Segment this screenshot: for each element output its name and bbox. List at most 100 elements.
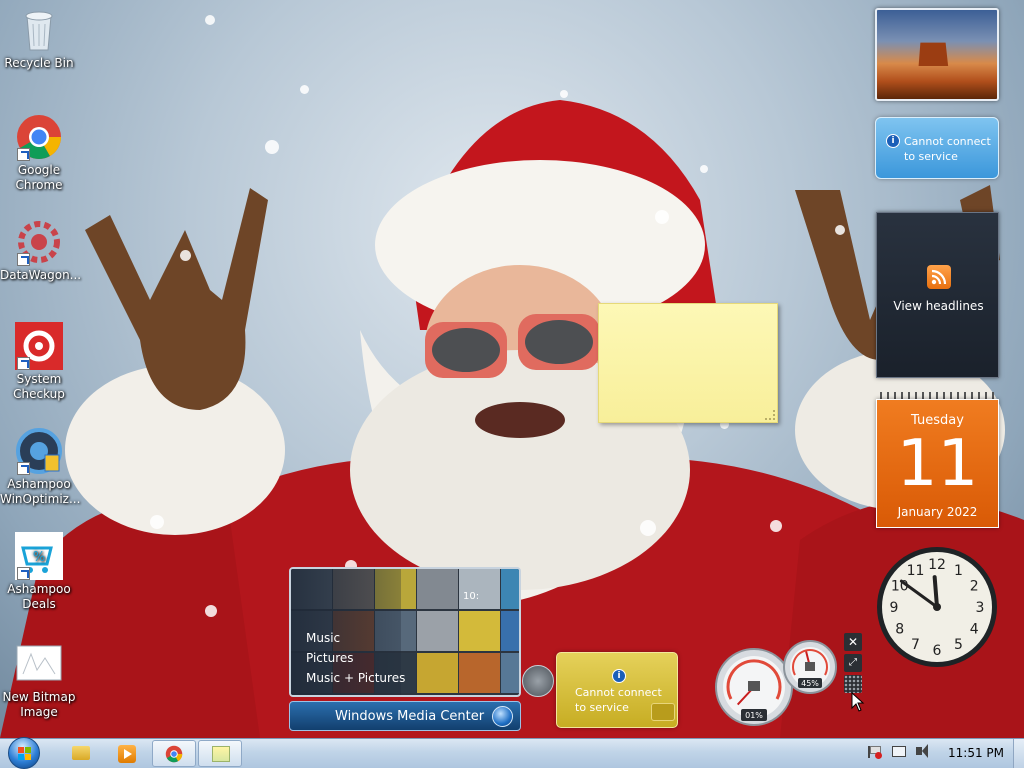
cpu-meter-gadget[interactable]: 01% 45% <box>714 637 838 727</box>
feed-headlines-gadget[interactable]: View headlines <box>876 212 999 378</box>
clock-number: 1 <box>954 563 963 579</box>
desktop-icon-google-chrome[interactable]: Google Chrome <box>0 113 78 193</box>
snowflake <box>640 520 656 536</box>
volume-icon[interactable] <box>916 744 928 758</box>
desktop-icon-system-checkup[interactable]: System Checkup <box>0 322 78 402</box>
gadget-controls: ✕ ⤢ <box>844 633 862 695</box>
gadget-close-button[interactable]: ✕ <box>844 633 862 651</box>
clock-number: 12 <box>928 557 946 573</box>
chrome-icon <box>15 113 63 161</box>
sticky-note-resize-grip[interactable] <box>765 410 775 420</box>
media-tile <box>501 569 519 609</box>
taskbar-explorer-button[interactable] <box>58 740 102 767</box>
sticky-note[interactable] <box>598 303 778 423</box>
snowflake <box>150 515 164 529</box>
windows-orb-icon <box>8 737 40 769</box>
snowflake <box>560 90 568 98</box>
network-icon[interactable] <box>892 746 906 757</box>
taskbar-chrome-button[interactable] <box>152 740 196 767</box>
snowflake <box>835 225 845 235</box>
start-button[interactable] <box>6 736 44 770</box>
tile-time-text: 10: <box>463 591 480 602</box>
desktop-icon-ashampoo-deals[interactable]: % Ashampoo Deals <box>0 532 78 612</box>
weather-gadget[interactable]: i Cannot connect to service <box>875 117 999 179</box>
clock-number: 11 <box>907 563 925 579</box>
mouse-cursor-icon <box>851 692 865 712</box>
explorer-icon <box>72 746 90 760</box>
taskbar-media-player-button[interactable] <box>105 740 149 767</box>
shortcut-arrow-icon <box>17 462 30 475</box>
clock-number: 5 <box>954 637 963 653</box>
gadget-drag-handle[interactable] <box>844 675 862 693</box>
media-menu-pictures[interactable]: Pictures <box>306 651 354 665</box>
desktop-icon-label: System Checkup <box>13 372 65 401</box>
media-center-brand-bar[interactable]: Windows Media Center <box>289 701 521 731</box>
chrome-icon <box>165 745 183 763</box>
shortcut-arrow-icon <box>17 148 30 161</box>
desktop-icon-recycle-bin[interactable]: Recycle Bin <box>0 6 78 71</box>
media-tile <box>459 569 500 609</box>
svg-text:%: % <box>33 550 45 565</box>
media-tile <box>501 653 519 693</box>
taskbar-sticky-notes-button[interactable] <box>198 740 242 767</box>
clock-number: 3 <box>976 600 985 616</box>
desktop-icon-winoptimizer[interactable]: Ashampoo WinOptimiz... <box>0 427 80 507</box>
snowflake <box>205 15 215 25</box>
desktop-icon-label: DataWagon... <box>0 268 82 282</box>
slideshow-gadget[interactable] <box>875 8 999 101</box>
taskbar-clock[interactable]: 11:51 PM <box>948 746 1004 760</box>
desktop-icon-label: New Bitmap Image <box>2 690 76 719</box>
media-tile <box>417 611 458 651</box>
notification-area: 11:51 PM <box>862 739 1024 768</box>
desktop-icon-label: Google Chrome <box>15 163 63 192</box>
memory-percent-text: 45% <box>801 679 819 688</box>
media-menu-music-pictures[interactable]: Music + Pictures <box>306 671 405 685</box>
system-checkup-icon <box>15 322 63 370</box>
calendar-gadget[interactable]: Tuesday 11 January 2022 <box>876 392 999 528</box>
info-icon: i <box>886 134 900 148</box>
ashampoo-deals-icon: % <box>15 532 63 580</box>
snowflake <box>265 140 279 154</box>
clock-gadget[interactable]: 12 12 3 45678 9 1011 <box>875 545 999 669</box>
view-headlines-link[interactable]: View headlines <box>877 299 1000 313</box>
media-player-icon <box>118 745 136 763</box>
desktop-icon-new-bitmap-image[interactable]: New Bitmap Image <box>0 640 78 720</box>
slideshow-butte-image <box>918 42 949 66</box>
taskbar: 11:51 PM <box>0 736 1024 770</box>
info-icon: i <box>612 669 626 683</box>
calendar-day-number: 11 <box>896 427 979 501</box>
show-desktop-button[interactable] <box>1013 739 1024 768</box>
desktop[interactable]: Recycle Bin Google Chrome DataWagon... S… <box>0 0 1024 738</box>
media-tile <box>459 653 500 693</box>
weather-status-text: Cannot connect to service <box>904 135 991 163</box>
snowflake <box>205 605 217 617</box>
desktop-icon-datawagon[interactable]: DataWagon... <box>0 218 82 283</box>
clock-number: 4 <box>970 622 979 638</box>
snowflake <box>700 165 708 173</box>
currency-gadget[interactable]: i Cannot connect to service <box>556 652 678 728</box>
gadget-resize-button[interactable]: ⤢ <box>844 654 862 672</box>
winoptimizer-icon <box>15 427 63 475</box>
cpu-percent-text: 01% <box>745 711 763 720</box>
snowflake <box>770 520 782 532</box>
media-center-gadget[interactable]: 10: Music Pictures Music + Pictures Wind… <box>289 567 521 732</box>
gadget-round-knob[interactable] <box>522 665 554 697</box>
snowflake <box>180 250 191 261</box>
calendar-month-year: January 2022 <box>897 505 978 519</box>
calendar-day-name: Tuesday <box>911 413 964 428</box>
shortcut-arrow-icon <box>17 357 30 370</box>
clock-number: 2 <box>970 579 979 595</box>
rss-feed-icon <box>927 265 951 289</box>
desktop-icon-label: Recycle Bin <box>4 56 74 70</box>
windows-orb-icon <box>492 706 513 727</box>
media-tile <box>501 611 519 651</box>
shortcut-arrow-icon <box>17 253 30 266</box>
media-menu-music[interactable]: Music <box>306 631 340 645</box>
snowflake <box>655 210 669 224</box>
clock-number: 10 <box>891 579 909 595</box>
clock-number: 6 <box>933 643 942 659</box>
clock-number: 8 <box>895 622 904 638</box>
bitmap-image-icon <box>15 640 63 688</box>
shortcut-arrow-icon <box>17 567 30 580</box>
action-center-flag-icon[interactable] <box>868 746 882 759</box>
